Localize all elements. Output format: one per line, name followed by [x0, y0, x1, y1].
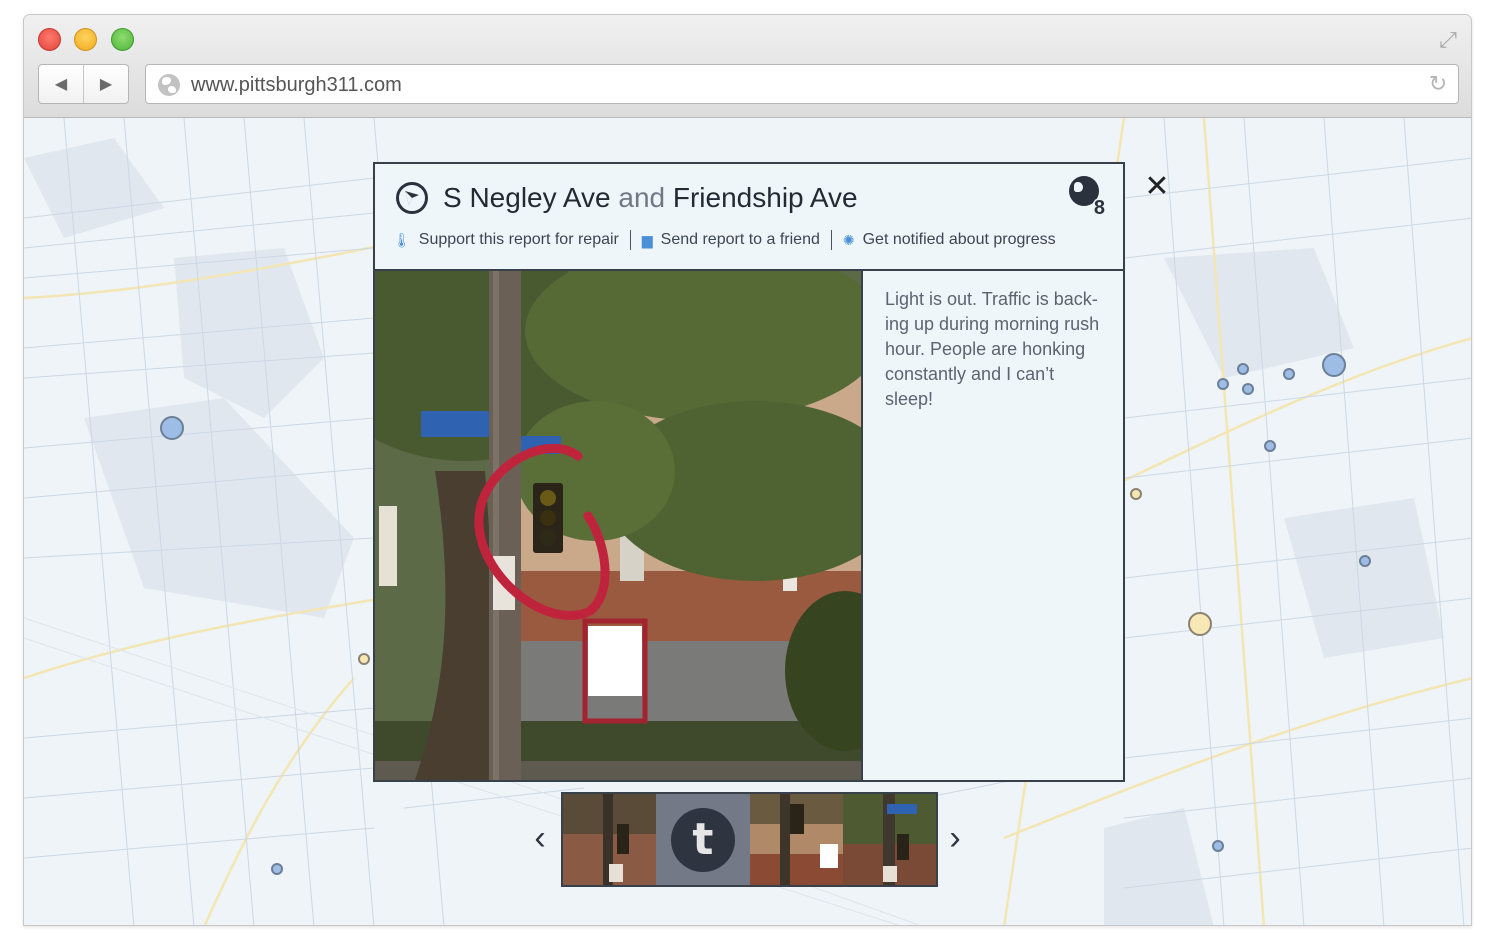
report-marker[interactable]	[1264, 440, 1276, 452]
report-marker[interactable]	[1188, 612, 1212, 636]
report-photo[interactable]	[375, 271, 863, 780]
compass-icon	[396, 182, 428, 214]
badge-count: 8	[1091, 197, 1107, 219]
close-icon[interactable]: ✕	[1144, 172, 1170, 202]
street-joiner: and	[618, 182, 666, 213]
support-report-link[interactable]: 🌡 Support this report for repair	[393, 231, 619, 249]
carousel-thumb-active[interactable]: t	[656, 794, 750, 885]
report-actions: 🌡 Support this report for repair ▆ Send …	[393, 230, 1056, 250]
history-nav: ◀ ▶	[38, 64, 129, 104]
report-marker[interactable]	[1237, 363, 1249, 375]
notify-progress-link[interactable]: ✺ Get notified about progress	[843, 231, 1056, 249]
report-marker[interactable]	[1242, 383, 1254, 395]
report-marker[interactable]	[358, 653, 370, 665]
report-marker[interactable]	[1217, 378, 1229, 390]
back-button[interactable]: ◀	[39, 65, 83, 103]
url-text[interactable]: www.pittsburgh311.com	[191, 74, 402, 97]
send-label: Send report to a friend	[660, 231, 820, 248]
carousel-thumb[interactable]	[563, 794, 657, 885]
carousel-prev-button[interactable]: ‹	[527, 818, 553, 858]
globe-icon	[158, 74, 180, 96]
divider	[629, 230, 631, 250]
thermometer-icon: 🌡	[393, 231, 411, 248]
report-popup: S Negley Ave and Friendship Ave 8 🌡 Supp…	[373, 162, 1125, 782]
thumb-photo	[749, 794, 843, 885]
minimize-window-button[interactable]	[74, 28, 97, 51]
send-report-link[interactable]: ▆ Send report to a friend	[642, 231, 820, 249]
globe-count-icon[interactable]: 8	[1069, 176, 1107, 218]
thumb-photo	[563, 794, 657, 885]
thumb-photo	[842, 794, 936, 885]
close-window-button[interactable]	[38, 28, 61, 51]
spinner-icon: ✺	[842, 231, 855, 248]
report-title: S Negley Ave and Friendship Ave	[443, 182, 858, 214]
traffic-light-photo	[375, 271, 861, 780]
street-1: S Negley Ave	[443, 182, 611, 213]
address-bar[interactable]: www.pittsburgh311.com ↻	[145, 64, 1459, 104]
report-marker[interactable]	[1283, 368, 1295, 380]
report-marker[interactable]	[1130, 488, 1142, 500]
avatar: t	[670, 807, 735, 872]
image-envelope-icon: ▆	[641, 231, 653, 248]
report-description: Light is out. Traffic is back-ing up dur…	[885, 289, 1100, 409]
carousel-next-button[interactable]: ›	[942, 818, 968, 858]
map-view[interactable]: ✕ S Negley Ave and Friendship Ave 8 🌡 Su…	[24, 118, 1471, 925]
photo-carousel: t	[561, 792, 938, 887]
carousel-thumb[interactable]	[842, 794, 936, 885]
report-marker[interactable]	[1359, 555, 1371, 567]
carousel-thumb[interactable]	[749, 794, 843, 885]
notify-label: Get notified about progress	[862, 231, 1056, 248]
report-marker[interactable]	[271, 863, 283, 875]
divider	[830, 230, 832, 250]
support-label: Support this report for repair	[418, 231, 619, 248]
fullscreen-icon[interactable]: ⤢	[1435, 27, 1461, 53]
report-header: S Negley Ave and Friendship Ave 8 🌡 Supp…	[375, 164, 1123, 271]
report-marker[interactable]	[1212, 840, 1224, 852]
browser-window: ⤢ ◀ ▶ www.pittsburgh311.com ↻ ✕ S Negley…	[23, 14, 1472, 926]
forward-button[interactable]: ▶	[83, 65, 128, 103]
browser-chrome: ⤢ ◀ ▶ www.pittsburgh311.com ↻	[24, 15, 1471, 118]
street-2: Friendship Ave	[672, 182, 858, 213]
zoom-window-button[interactable]	[111, 28, 134, 51]
report-marker[interactable]	[160, 416, 184, 440]
report-marker[interactable]	[1322, 353, 1346, 377]
reload-icon[interactable]: ↻	[1426, 72, 1450, 96]
